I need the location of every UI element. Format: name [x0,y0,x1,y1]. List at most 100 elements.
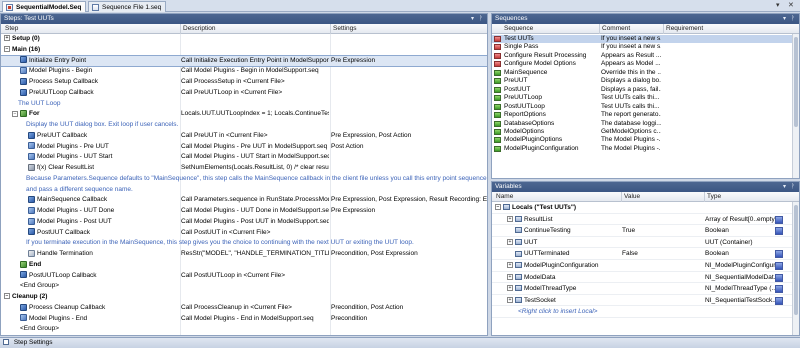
step-name-cell[interactable]: Model Plugins - UUT Start [1,152,179,163]
expand-icon[interactable]: + [507,285,513,292]
column-header-settings[interactable]: Settings [331,24,357,34]
step-row[interactable]: PreUUT Callback Call PreUUT in <Current F… [1,131,487,142]
edit-type-icon[interactable] [775,296,783,305]
step-row[interactable]: End [1,260,487,271]
column-header-sequence[interactable]: Sequence [502,24,533,34]
variable-name-cell[interactable]: UUTTerminated [507,248,619,260]
sequence-row[interactable]: PreUUTLoop Test UUTs calls thi... [492,94,792,102]
step-row[interactable]: MainSequence Callback Call Parameters.seq… [1,195,487,206]
variable-row[interactable]: − Locals ("Test UUTs") [492,202,792,214]
step-row[interactable]: <End Group> [1,281,487,292]
sequence-row[interactable]: PreUUT Displays a dialog bo... [492,77,792,85]
step-name-cell[interactable]: Model Plugins - UUT Done [1,206,179,217]
sequence-row[interactable]: Single Pass If you inseet a new s... [492,43,792,51]
variable-name-cell[interactable]: − Locals ("Test UUTs") [495,202,619,214]
sequences-scrollbar[interactable] [792,34,799,178]
step-row[interactable]: <End Group> [1,324,487,335]
sequence-row[interactable]: PostUUTLoop Test UUTs calls thi... [492,103,792,111]
step-name-cell[interactable]: End [1,260,179,271]
column-header-requirement[interactable]: Requirement [664,24,703,34]
dropdown-icon[interactable]: ▾ [776,2,780,10]
group-row[interactable]: + Setup (0) [1,34,487,45]
step-row[interactable]: PreUUTLoop Callback Call PreUUTLoop in <C… [1,88,487,99]
step-name-cell[interactable]: Model Plugins - Pre UUT [1,142,179,153]
collapse-icon[interactable]: − [4,46,10,53]
sequence-row[interactable]: Configure Model Options Appears as Model … [492,60,792,68]
step-settings-bar[interactable]: Step Settings [0,337,800,348]
variable-row[interactable]: UUTTerminated False Boolean [492,248,792,260]
step-row[interactable]: Model Plugins - Begin Call Model Plugins … [1,66,487,77]
variable-row[interactable]: ContinueTesting True Boolean [492,225,792,237]
close-icon[interactable]: ✕ [788,2,794,10]
pin-icon[interactable]: ᚹ [791,14,795,24]
step-name-cell[interactable]: − Main (16) [1,45,179,56]
column-header-step[interactable]: Step [3,24,18,34]
tab-sequence-file-1[interactable]: Sequence File 1.seq [88,1,167,12]
step-row[interactable]: − For Locals.UUT.UUTLoopIndex = 1; Locals.… [1,109,487,120]
step-name-cell[interactable]: Model Plugins - Begin [1,66,179,77]
variable-row[interactable]: + UUT UUT (Container) [492,237,792,249]
expand-icon[interactable]: + [507,273,513,280]
step-name-cell[interactable]: + Setup (0) [1,34,179,45]
step-row[interactable]: Initialize Entry Point Call Initialize Ex… [1,54,487,68]
step-row[interactable]: f(x) Clear ResultList SetNumElements(Loca… [1,163,487,174]
step-row[interactable]: Model Plugins - Post UUT Call Model Plugi… [1,217,487,228]
step-row[interactable]: PostUUT Callback Call PostUUT in <Current… [1,228,487,239]
variable-row[interactable]: + ModelPluginConfiguration NI_ModelPluginC… [492,260,792,272]
sequence-row[interactable]: MainSequence Override this in the ... [492,69,792,77]
dropdown-icon[interactable]: ▾ [471,14,474,24]
variables-scrollbar[interactable] [792,202,799,335]
scrollbar-thumb[interactable] [794,37,798,127]
pin-icon[interactable]: ᚹ [479,14,483,24]
sequence-row[interactable]: DatabaseOptions The database loggi... [492,120,792,128]
group-row[interactable]: − Cleanup (2) [1,292,487,303]
variable-name-cell[interactable]: + ModelThreadType [507,283,619,295]
step-name-cell[interactable]: PreUUTLoop Callback [1,88,179,99]
sequence-row[interactable]: PostUUT Displays a pass, fail... [492,86,792,94]
variable-row[interactable]: + TestSocket NI_SequentialTestSock... [492,295,792,307]
collapse-icon[interactable]: − [12,110,18,117]
step-name-cell[interactable]: PreUUT Callback [1,131,179,142]
variable-name-cell[interactable]: + ModelPluginConfiguration [507,260,619,272]
column-header-value[interactable]: Value [622,192,640,202]
group-row[interactable]: − Main (16) [1,45,487,56]
column-header-description[interactable]: Description [181,24,216,34]
edit-type-icon[interactable] [775,273,783,282]
step-row[interactable]: Process Cleanup Callback Call ProcessClea… [1,303,487,314]
step-name-cell[interactable]: PostUUT Callback [1,228,179,239]
step-name-cell[interactable]: Initialize Entry Point [1,56,179,67]
variable-name-cell[interactable]: + UUT [507,237,619,249]
step-name-cell[interactable]: PostUUTLoop Callback [1,271,179,282]
step-name-cell[interactable]: − Cleanup (2) [1,292,179,303]
dropdown-icon[interactable]: ▾ [783,14,786,24]
column-header-comment[interactable]: Comment [600,24,630,34]
insert-local-hint[interactable]: <Right click to insert Local> [492,306,792,318]
sequence-row[interactable]: ReportOptions The report generato... [492,111,792,119]
scrollbar-thumb[interactable] [794,205,798,315]
step-row[interactable]: Model Plugins - UUT Done Call Model Plugi… [1,206,487,217]
step-row[interactable]: Model Plugins - Pre UUT Call Model Plugin… [1,142,487,153]
edit-type-icon[interactable] [775,285,783,294]
variable-name-cell[interactable]: + TestSocket [507,295,619,307]
step-row[interactable]: Handle Termination ResStr("MODEL", "HANDL… [1,249,487,260]
step-row[interactable]: PostUUTLoop Callback Call PostUUTLoop in … [1,271,487,282]
edit-type-icon[interactable] [775,250,783,259]
edit-type-icon[interactable] [775,227,783,236]
sequence-row[interactable]: ModelPluginConfiguration The Model Plugin… [492,145,792,153]
step-name-cell[interactable]: Handle Termination [1,249,179,260]
column-header-name[interactable]: Name [494,192,513,202]
expand-icon[interactable]: + [507,239,513,246]
collapse-icon[interactable]: − [495,204,501,211]
edit-type-icon[interactable] [775,262,783,270]
step-name-cell[interactable]: Process Setup Callback [1,77,179,88]
step-name-cell[interactable]: <End Group> [1,281,179,292]
pin-icon[interactable]: ᚹ [791,182,795,192]
step-name-cell[interactable]: MainSequence Callback [1,195,179,206]
sequence-row[interactable]: Configure Result Processing Appears as Re… [492,52,792,60]
variable-name-cell[interactable]: + ResultList [507,214,619,226]
step-name-cell[interactable]: − For [1,109,179,120]
step-name-cell[interactable]: Process Cleanup Callback [1,303,179,314]
edit-type-icon[interactable] [775,215,783,224]
column-header-type[interactable]: Type [705,192,721,202]
expand-icon[interactable]: + [507,215,513,222]
